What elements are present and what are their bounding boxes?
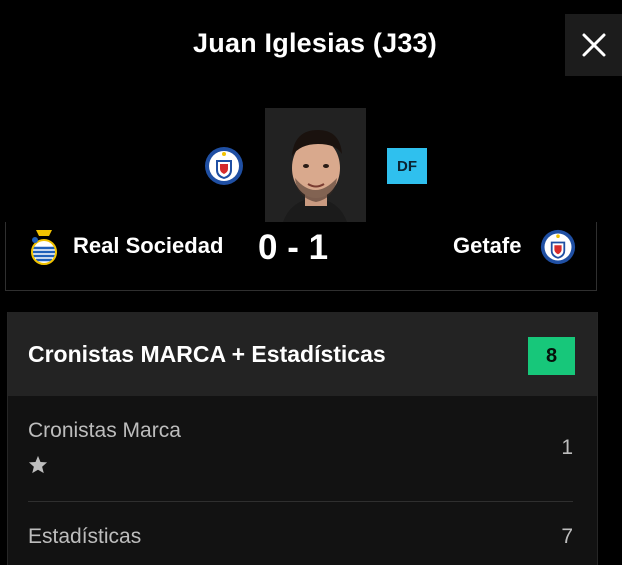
player-photo xyxy=(265,108,366,222)
page-title: Juan Iglesias (J33) xyxy=(193,28,437,58)
position-badge: DF xyxy=(387,148,427,184)
row-divider xyxy=(28,501,573,502)
rating-card: Cronistas MARCA + Estadísticas 8 Cronist… xyxy=(7,312,598,565)
cronistas-label: Cronistas Marca xyxy=(28,419,181,442)
away-team-name: Getafe xyxy=(453,233,522,258)
getafe-crest-icon xyxy=(540,229,576,265)
estadisticas-label: Estadísticas xyxy=(28,525,142,548)
close-button[interactable] xyxy=(565,14,622,76)
home-team-name: Real Sociedad xyxy=(73,233,224,258)
estadisticas-value: 7 xyxy=(561,525,573,548)
real-sociedad-crest-icon xyxy=(31,230,57,265)
match-score: 0 - 1 xyxy=(258,228,329,267)
cronistas-value: 1 xyxy=(561,436,573,459)
getafe-crest-icon xyxy=(205,147,243,185)
total-score-badge: 8 xyxy=(528,337,575,375)
star-icon xyxy=(28,455,48,474)
rating-card-header: Cronistas MARCA + Estadísticas 8 xyxy=(8,312,597,396)
close-icon xyxy=(582,33,605,57)
rating-card-title: Cronistas MARCA + Estadísticas xyxy=(28,341,386,367)
